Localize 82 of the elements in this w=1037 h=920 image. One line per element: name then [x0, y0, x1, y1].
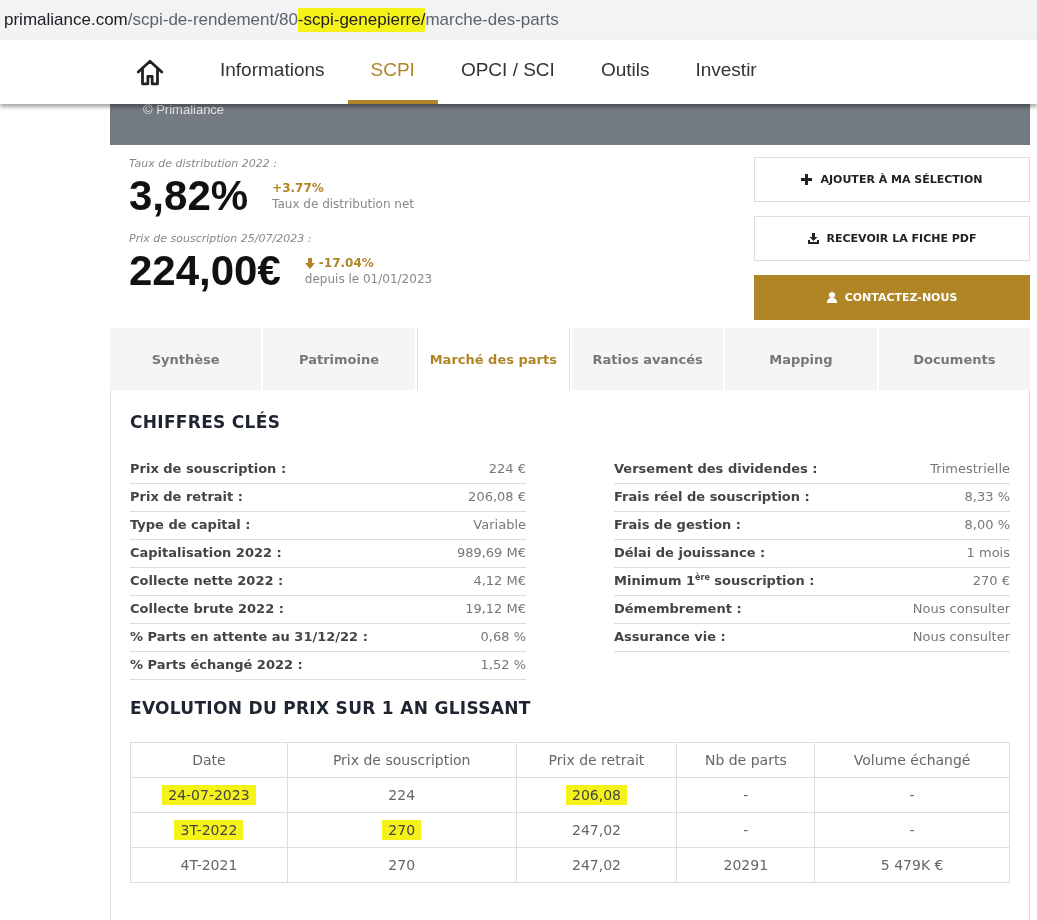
column-header: Date [130, 742, 288, 778]
figure-label: Frais réel de souscription : [614, 488, 810, 506]
table-cell: 270 [287, 847, 517, 883]
figure-label: Capitalisation 2022 : [130, 544, 282, 562]
action-button[interactable]: CONTACTEZ-NOUS [754, 275, 1030, 320]
nav-link[interactable]: Investir [672, 40, 780, 104]
figure-label: Démembrement : [614, 600, 742, 618]
url-text: marche-des-parts [425, 10, 559, 30]
column-header: Prix de retrait [516, 742, 677, 778]
figure-value: 8,33 % [964, 488, 1010, 506]
user-icon [826, 292, 837, 303]
rate-label: Taux de distribution 2022 : [129, 157, 278, 170]
figure-value: Trimestrielle [930, 460, 1010, 478]
table-cell: - [814, 812, 1010, 848]
nav-link[interactable]: Informations [197, 40, 348, 104]
figure-value: 1 mois [966, 544, 1010, 562]
figure-value: 270 € [972, 572, 1010, 590]
figure-value: Nous consulter [912, 628, 1010, 646]
tab[interactable]: Marché des parts [416, 328, 570, 390]
figure-label: Assurance vie : [614, 628, 726, 646]
nav-link[interactable]: SCPI [347, 40, 438, 104]
figure-label: Versement des dividendes : [614, 460, 818, 478]
distribution-rate: 3,82% [129, 172, 249, 220]
figure-value: 989,69 M€ [456, 544, 526, 562]
figure-label: % Parts échangé 2022 : [130, 656, 303, 674]
figure-label: Collecte brute 2022 : [130, 600, 284, 618]
figure-value: 1,52 % [480, 656, 526, 674]
tab[interactable]: Mapping [725, 328, 877, 390]
figure-label: Prix de souscription : [130, 460, 287, 478]
table-cell: 24-07-2023 [130, 777, 288, 813]
figure-value: 19,12 M€ [465, 600, 526, 618]
column-header: Volume échangé [814, 742, 1010, 778]
table-cell: 3T-2022 [130, 812, 288, 848]
subscription-price: 224,00€ [129, 247, 281, 295]
figure-value: Nous consulter [912, 600, 1010, 618]
tab[interactable]: Synthèse [110, 328, 262, 390]
url-text: /scpi-de-rendement/80 [127, 10, 298, 30]
table-cell: - [676, 812, 815, 848]
figure-value: 4,12 M€ [473, 572, 526, 590]
table-cell: 4T-2021 [130, 847, 288, 883]
price-change: -17.04% [318, 256, 374, 270]
table-cell: 270 [287, 812, 517, 848]
figure-value: 206,08 € [468, 488, 526, 506]
action-button[interactable]: AJOUTER À MA SÉLECTION [754, 157, 1030, 202]
tab[interactable]: Documents [878, 328, 1030, 390]
table-cell: 20291 [676, 847, 815, 883]
plus-icon [801, 174, 813, 185]
section-title: CHIFFRES CLÉS [130, 412, 282, 432]
section-title: EVOLUTION DU PRIX SUR 1 AN GLISSANT [130, 698, 532, 718]
home-icon[interactable] [135, 58, 165, 86]
figure-label: Collecte nette 2022 : [130, 572, 284, 590]
price-note: depuis le 01/01/2023 [304, 272, 433, 286]
column-header: Prix de souscription [287, 742, 517, 778]
table-cell: 247,02 [516, 847, 677, 883]
price-label: Prix de souscription 25/07/2023 : [129, 232, 313, 245]
table-cell: 5 479K € [814, 847, 1010, 883]
table-cell: - [676, 777, 815, 813]
tab[interactable]: Ratios avancés [572, 328, 724, 390]
column-header: Nb de parts [676, 742, 815, 778]
download-icon [807, 233, 819, 244]
figure-label: Type de capital : [130, 516, 251, 534]
table-cell: - [814, 777, 1010, 813]
figure-value: 0,68 % [480, 628, 526, 646]
table-cell: 206,08 [516, 777, 677, 813]
rate-change: +3.77% [272, 181, 325, 195]
figure-label: Minimum 1$^{ère}$ souscription : [614, 571, 815, 590]
figure-value: 224 € [488, 460, 526, 478]
tab[interactable]: Patrimoine [263, 328, 415, 390]
nav-link[interactable]: Outils [577, 40, 673, 104]
figure-value: Variable [473, 516, 526, 534]
figure-label: Délai de jouissance : [614, 544, 766, 562]
photo-credit: © Primaliance [143, 102, 225, 117]
nav-link[interactable]: OPCI / SCI [437, 40, 578, 104]
table-cell: 247,02 [516, 812, 677, 848]
table-cell: 224 [287, 777, 517, 813]
url-text: primaliance.com [4, 10, 128, 30]
figure-label: % Parts en attente au 31/12/22 : [130, 628, 368, 646]
action-button[interactable]: RECEVOIR LA FICHE PDF [754, 216, 1030, 261]
figure-label: Frais de gestion : [614, 516, 742, 534]
figure-value: 8,00 % [964, 516, 1010, 534]
rate-note: Taux de distribution net [272, 197, 415, 211]
figure-label: Prix de retrait : [130, 488, 243, 506]
